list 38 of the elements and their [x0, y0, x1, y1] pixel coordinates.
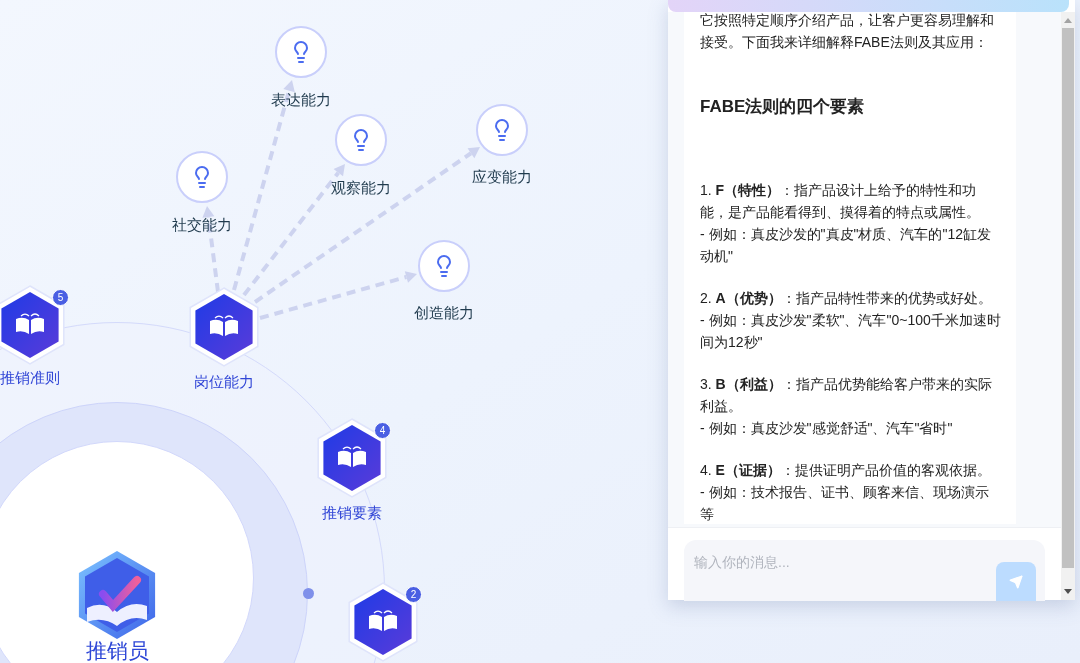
message-text: 1. F（特性）：指产品设计上给予的特性和功能，是产品能看得到、摸得着的特点或属性。 — [700, 181, 981, 222]
center-label: 推销员 — [85, 639, 149, 663]
message-input-text[interactable]: 输入你的消息... — [694, 552, 974, 573]
scroll-up-icon[interactable] — [1064, 18, 1072, 23]
count-badge: 2 — [405, 586, 422, 603]
lightbulb-node[interactable] — [418, 240, 470, 292]
book-hexagon-icon[interactable] — [188, 287, 260, 367]
lightbulb-node[interactable] — [176, 151, 228, 203]
node-label: 推销要素 — [322, 504, 382, 522]
message-text: 3. B（利益）：指产品优势能给客户带来的实际利益。 — [700, 375, 993, 416]
book-hexagon-icon[interactable] — [0, 285, 66, 365]
message-text: - 例如：真皮沙发"感觉舒适"、汽车"省时" — [700, 419, 954, 438]
message-input[interactable]: 输入你的消息... — [684, 540, 1045, 601]
node-label: 表达能力 — [271, 91, 331, 109]
node-label: 推销准则 — [0, 369, 60, 387]
scroll-down-icon[interactable] — [1064, 589, 1072, 594]
node-label: 应变能力 — [472, 168, 532, 186]
node-label: 创造能力 — [414, 304, 474, 322]
node-label: 社交能力 — [172, 216, 232, 234]
lightbulb-node[interactable] — [476, 104, 528, 156]
node-label: 观察能力 — [331, 179, 391, 197]
node-label: 岗位能力 — [194, 373, 254, 391]
scrollbar[interactable] — [1061, 12, 1075, 600]
message-heading: FABE法则的四个要素 — [700, 96, 866, 118]
scrollbar-thumb[interactable] — [1062, 28, 1074, 568]
book-hexagon-icon[interactable] — [347, 582, 419, 662]
message-text: - 例如：真皮沙发"柔软"、汽车"0~100千米加速时间为12秒" — [700, 311, 1001, 352]
count-badge: 4 — [374, 422, 391, 439]
send-icon — [1009, 574, 1023, 589]
message-text: - 例如：真皮沙发的"真皮"材质、汽车的"12缸发动机" — [700, 225, 993, 266]
message-text: - 例如：技术报告、证书、顾客来信、现场演示等 — [700, 483, 990, 524]
message-text: 2. A（优势）：指产品特性带来的优势或好处。 — [700, 289, 993, 308]
message-text: 4. E（证据）：提供证明产品价值的客观依据。 — [700, 461, 992, 480]
lightbulb-node[interactable] — [275, 26, 327, 78]
count-badge: 5 — [52, 289, 69, 306]
message-text: 它按照特定顺序介绍产品，让客户更容易理解和接受。下面我来详细解释FABE法则及其应用： — [700, 12, 995, 52]
lightbulb-node[interactable] — [335, 114, 387, 166]
book-hexagon-icon[interactable] — [316, 418, 388, 498]
